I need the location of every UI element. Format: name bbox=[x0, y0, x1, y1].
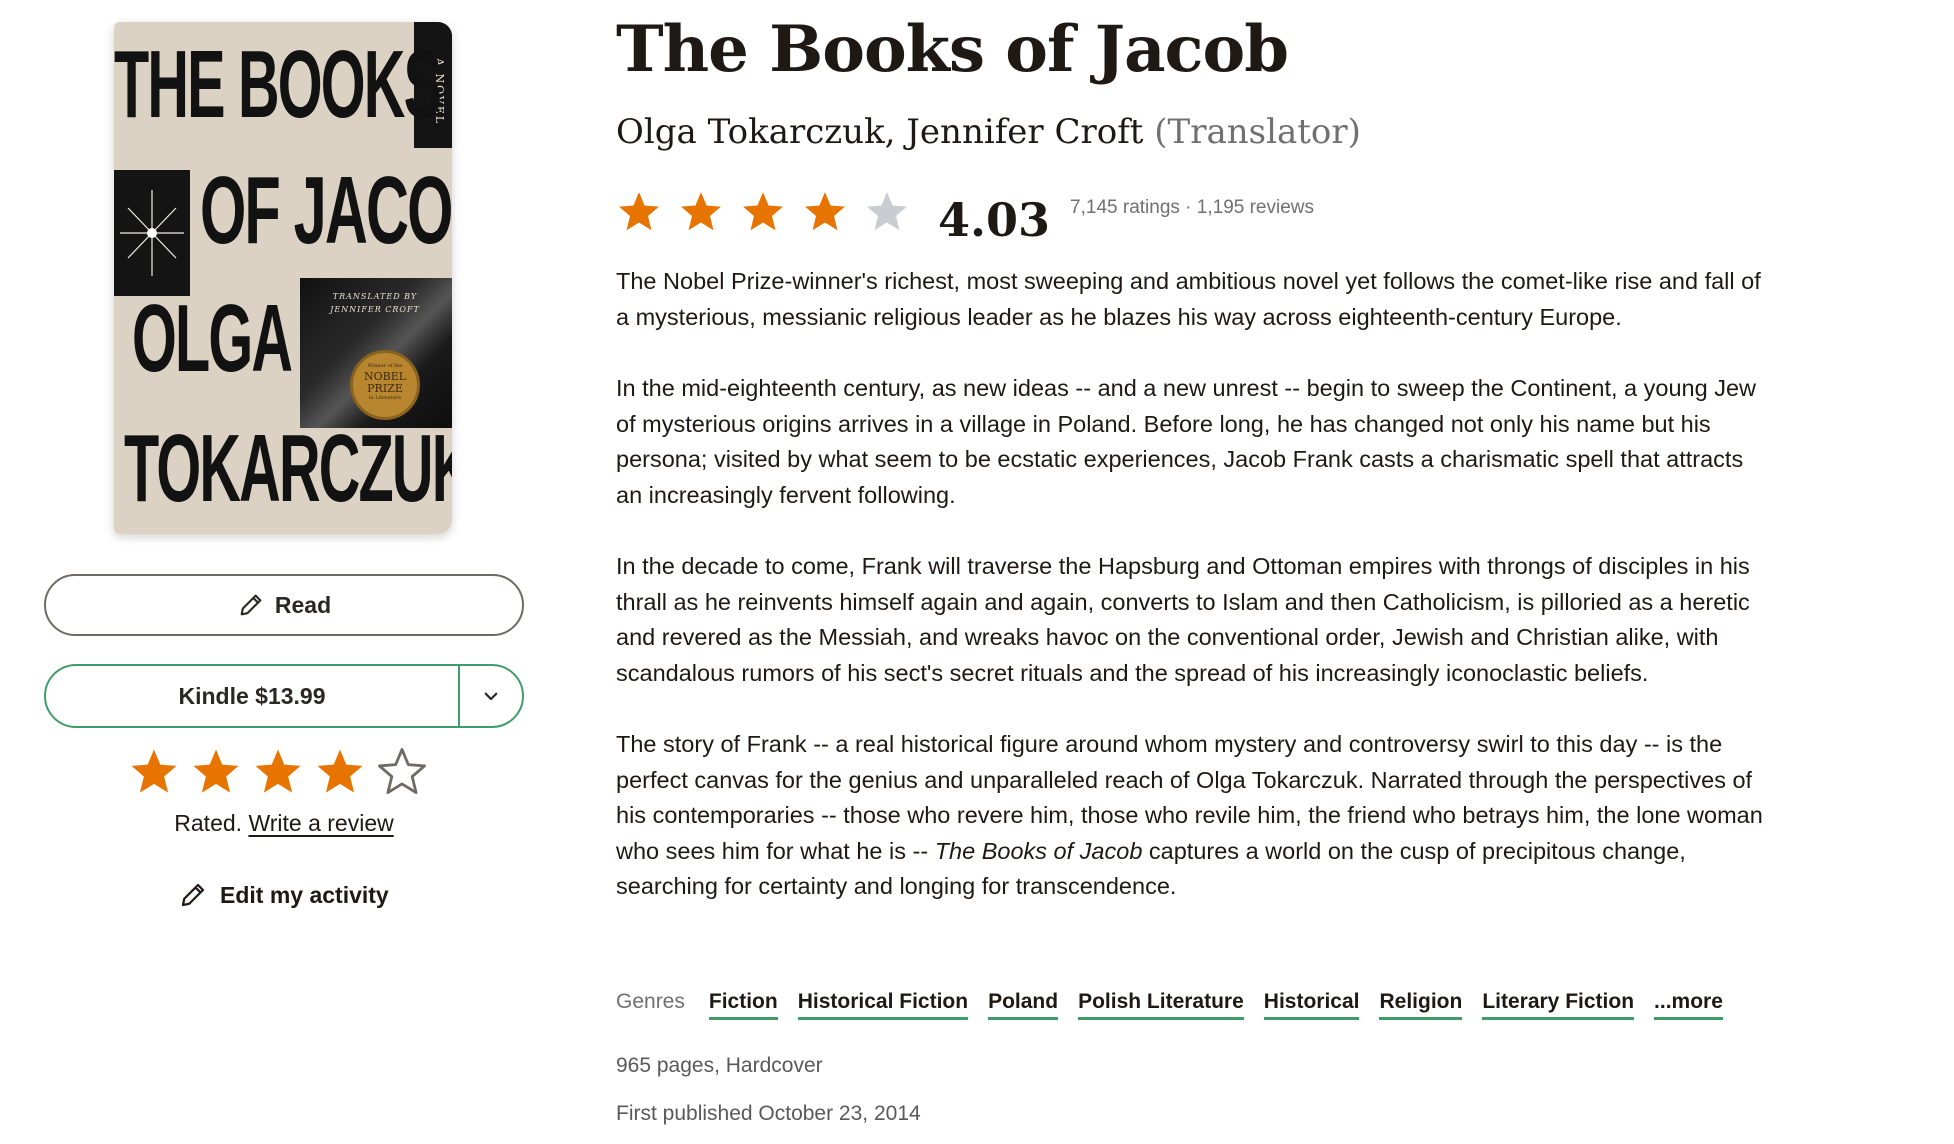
cover-author-line2: TOKARCZUK bbox=[124, 415, 452, 522]
publication-info: First published October 23, 2014 bbox=[616, 1102, 921, 1125]
left-column: A NOVEL TRANSLATED BY JENNIFER CROFT Win… bbox=[0, 0, 560, 1144]
write-review-link[interactable]: Write a review bbox=[248, 810, 393, 836]
book-title: The Books of Jacob bbox=[616, 12, 1289, 87]
star-icon[interactable] bbox=[128, 746, 180, 798]
description-paragraph: The Nobel Prize-winner's richest, most s… bbox=[616, 268, 1761, 330]
starburst-icon bbox=[120, 190, 184, 276]
kindle-buy-button-group: Kindle $13.99 bbox=[44, 664, 524, 728]
translator-role: (Translator) bbox=[1154, 112, 1361, 152]
description-title-italic: The Books of Jacob bbox=[934, 837, 1143, 864]
cover-translated-by: TRANSLATED BY bbox=[332, 292, 418, 301]
genre-link-historical-fiction[interactable]: Historical Fiction bbox=[797, 990, 969, 1020]
cover-translator: JENNIFER CROFT bbox=[330, 305, 420, 314]
ratings-count[interactable]: 7,145 ratings · 1,195 reviews bbox=[1070, 197, 1314, 219]
average-rating-stars bbox=[616, 189, 910, 235]
genre-link-fiction[interactable]: Fiction bbox=[708, 990, 778, 1020]
pencil-icon bbox=[181, 883, 205, 907]
description-paragraph: In the decade to come, Frank will traver… bbox=[616, 553, 1750, 686]
genres-list: Genres Fiction Historical Fiction Poland… bbox=[616, 990, 1723, 1020]
chevron-down-icon bbox=[484, 692, 498, 701]
star-icon[interactable] bbox=[376, 746, 428, 798]
contributors: Olga Tokarczuk, Jennifer Croft (Translat… bbox=[616, 112, 1361, 152]
buy-options-dropdown[interactable] bbox=[460, 666, 522, 726]
edit-activity-button[interactable]: Edit my activity bbox=[178, 880, 389, 910]
genre-link-literary-fiction[interactable]: Literary Fiction bbox=[1482, 990, 1635, 1020]
medal-top-text: Winner of the bbox=[367, 363, 403, 369]
edit-activity-label: Edit my activity bbox=[220, 881, 389, 908]
cover-title-line1: THE BOOKS bbox=[114, 31, 442, 138]
author-links[interactable]: Olga Tokarczuk, Jennifer Croft bbox=[616, 112, 1143, 152]
medal-main-text: NOBEL PRIZE bbox=[363, 370, 407, 395]
pencil-icon bbox=[240, 594, 262, 616]
book-cover[interactable]: A NOVEL TRANSLATED BY JENNIFER CROFT Win… bbox=[114, 22, 452, 534]
read-button-label: Read bbox=[274, 591, 332, 618]
average-rating: 4.03 bbox=[938, 193, 1051, 247]
pages-format: 965 pages, Hardcover bbox=[616, 1054, 823, 1077]
rated-text: Rated. bbox=[174, 810, 243, 836]
kindle-buy-button[interactable]: Kindle $13.99 bbox=[46, 666, 460, 726]
star-icon bbox=[681, 192, 721, 231]
star-icon bbox=[867, 192, 907, 231]
star-icon bbox=[805, 192, 845, 231]
genre-link-poland[interactable]: Poland bbox=[988, 990, 1059, 1020]
read-button[interactable]: Read bbox=[44, 574, 524, 636]
medal-bottom-text: in Literature bbox=[368, 395, 402, 401]
star-icon[interactable] bbox=[252, 746, 304, 798]
genre-link-religion[interactable]: Religion bbox=[1379, 990, 1463, 1020]
genre-link-polish-literature[interactable]: Polish Literature bbox=[1078, 990, 1244, 1020]
nobel-prize-seal: Winner of the NOBEL PRIZE in Literature bbox=[350, 350, 420, 420]
description-paragraph: In the mid-eighteenth century, as new id… bbox=[616, 375, 1756, 508]
genres-label: Genres bbox=[616, 990, 685, 1013]
user-rating-stars[interactable] bbox=[128, 746, 428, 798]
book-description: The Nobel Prize-winner's richest, most s… bbox=[616, 264, 1766, 941]
cover-title-line2: OF JACOB bbox=[200, 157, 452, 264]
star-icon bbox=[619, 192, 659, 231]
rated-status: Rated. Write a review bbox=[0, 810, 568, 837]
star-icon[interactable] bbox=[314, 746, 366, 798]
cover-author-line1: OLGA bbox=[132, 285, 293, 392]
star-icon bbox=[743, 192, 783, 231]
star-icon[interactable] bbox=[190, 746, 242, 798]
genres-more-link[interactable]: ...more bbox=[1654, 990, 1723, 1020]
genre-link-historical[interactable]: Historical bbox=[1263, 990, 1360, 1020]
rating-summary: 4.03 7,145 ratings · 1,195 reviews bbox=[616, 182, 1314, 247]
description-paragraph: The story of Frank -- a real historical … bbox=[616, 727, 1766, 905]
cover-starburst-panel bbox=[114, 170, 190, 296]
